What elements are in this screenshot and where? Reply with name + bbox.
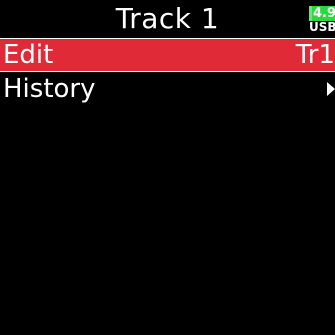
menu-item-edit[interactable]: Edit Tr1 bbox=[0, 38, 335, 72]
power-indicator: 4.9 USB bbox=[309, 6, 335, 34]
page-title: Track 1 bbox=[115, 2, 220, 35]
menu-item-value: Tr1 bbox=[295, 40, 335, 70]
chevron-right-icon bbox=[327, 82, 335, 96]
menu-list: Edit Tr1 History bbox=[0, 38, 335, 106]
menu-item-label: Edit bbox=[3, 40, 54, 70]
battery-level-indicator: 4.9 bbox=[309, 6, 335, 21]
menu-item-label: History bbox=[3, 74, 96, 104]
menu-item-history[interactable]: History bbox=[0, 72, 335, 106]
recorder-screen: Track 1 4.9 USB Edit Tr1 History bbox=[0, 0, 335, 335]
header: Track 1 4.9 USB bbox=[0, 0, 335, 38]
power-source-label: USB bbox=[309, 20, 335, 34]
